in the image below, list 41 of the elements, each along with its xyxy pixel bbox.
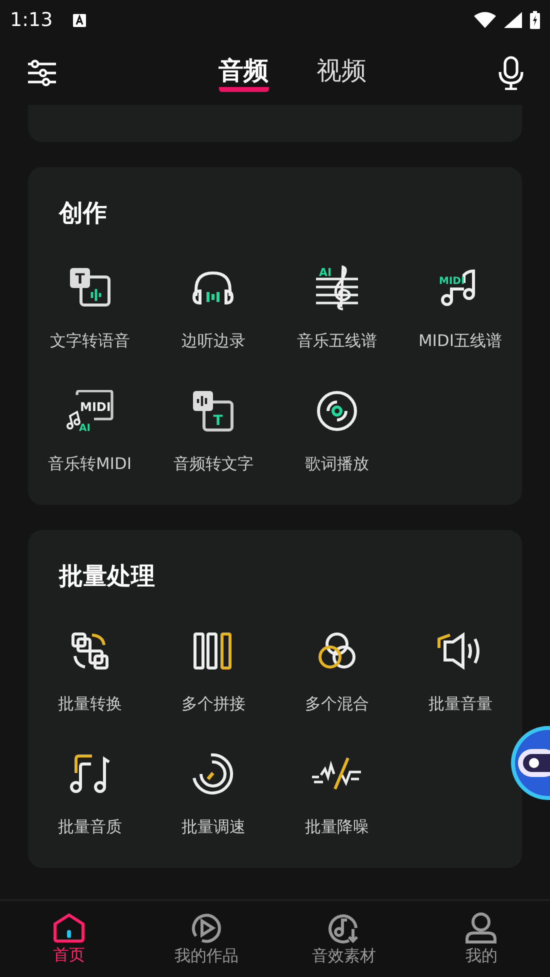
tool-button[interactable]: T 文字转语音 bbox=[28, 259, 152, 356]
disc-icon bbox=[316, 390, 358, 432]
home-icon bbox=[52, 912, 85, 942]
battery-icon bbox=[530, 11, 540, 29]
play-icon bbox=[190, 912, 222, 944]
columns-icon bbox=[193, 632, 234, 670]
section-title: 批量处理 bbox=[58, 561, 156, 592]
tool-button[interactable]: 批量降噪 bbox=[275, 745, 398, 842]
music-download-icon bbox=[326, 912, 361, 944]
headphones-icon bbox=[191, 270, 236, 306]
tool-button[interactable]: 歌词播放 bbox=[275, 382, 398, 479]
tool-button[interactable]: 批量音量 bbox=[398, 622, 522, 719]
tool-button[interactable]: 多个混合 bbox=[275, 622, 398, 719]
tab[interactable]: 音频 bbox=[218, 54, 268, 92]
person-icon bbox=[465, 912, 498, 944]
tab[interactable]: 视频 bbox=[316, 54, 366, 92]
signal-icon bbox=[504, 12, 522, 28]
overlapping-circles-icon bbox=[316, 631, 357, 671]
tool-button[interactable]: T 音频转文字 bbox=[152, 382, 275, 479]
speedometer-icon bbox=[191, 752, 236, 796]
microphone-icon[interactable] bbox=[498, 56, 524, 90]
settings-sliders-icon[interactable] bbox=[27, 58, 57, 86]
tool-button[interactable]: 批量音质 bbox=[28, 745, 152, 842]
nav-tab[interactable]: 音效素材 bbox=[275, 901, 412, 977]
tool-button[interactable]: 批量转换 bbox=[28, 622, 152, 719]
robot-assistant-icon[interactable] bbox=[510, 725, 550, 801]
tool-button[interactable]: 边听边录 bbox=[152, 259, 275, 356]
tool-button[interactable]: MIDI AI 音乐转MIDI bbox=[28, 382, 152, 479]
notification-icon bbox=[72, 14, 86, 26]
tool-button[interactable]: 多个拼接 bbox=[152, 622, 275, 719]
nav-tab[interactable]: 我的 bbox=[412, 901, 550, 977]
section-title: 创作 bbox=[58, 198, 108, 229]
tool-button[interactable]: AI 音乐五线谱 bbox=[275, 259, 398, 356]
tool-button[interactable]: MIDI MIDI五线谱 bbox=[398, 259, 522, 356]
status-time: 1:13 bbox=[10, 9, 53, 31]
convert-icon bbox=[70, 631, 110, 671]
nav-tab[interactable]: 首页 bbox=[0, 901, 138, 977]
nav-tab[interactable]: 我的作品 bbox=[138, 901, 275, 977]
music-note-icon bbox=[68, 753, 111, 795]
tool-button[interactable]: 批量调速 bbox=[152, 745, 275, 842]
wifi-icon bbox=[474, 12, 496, 28]
